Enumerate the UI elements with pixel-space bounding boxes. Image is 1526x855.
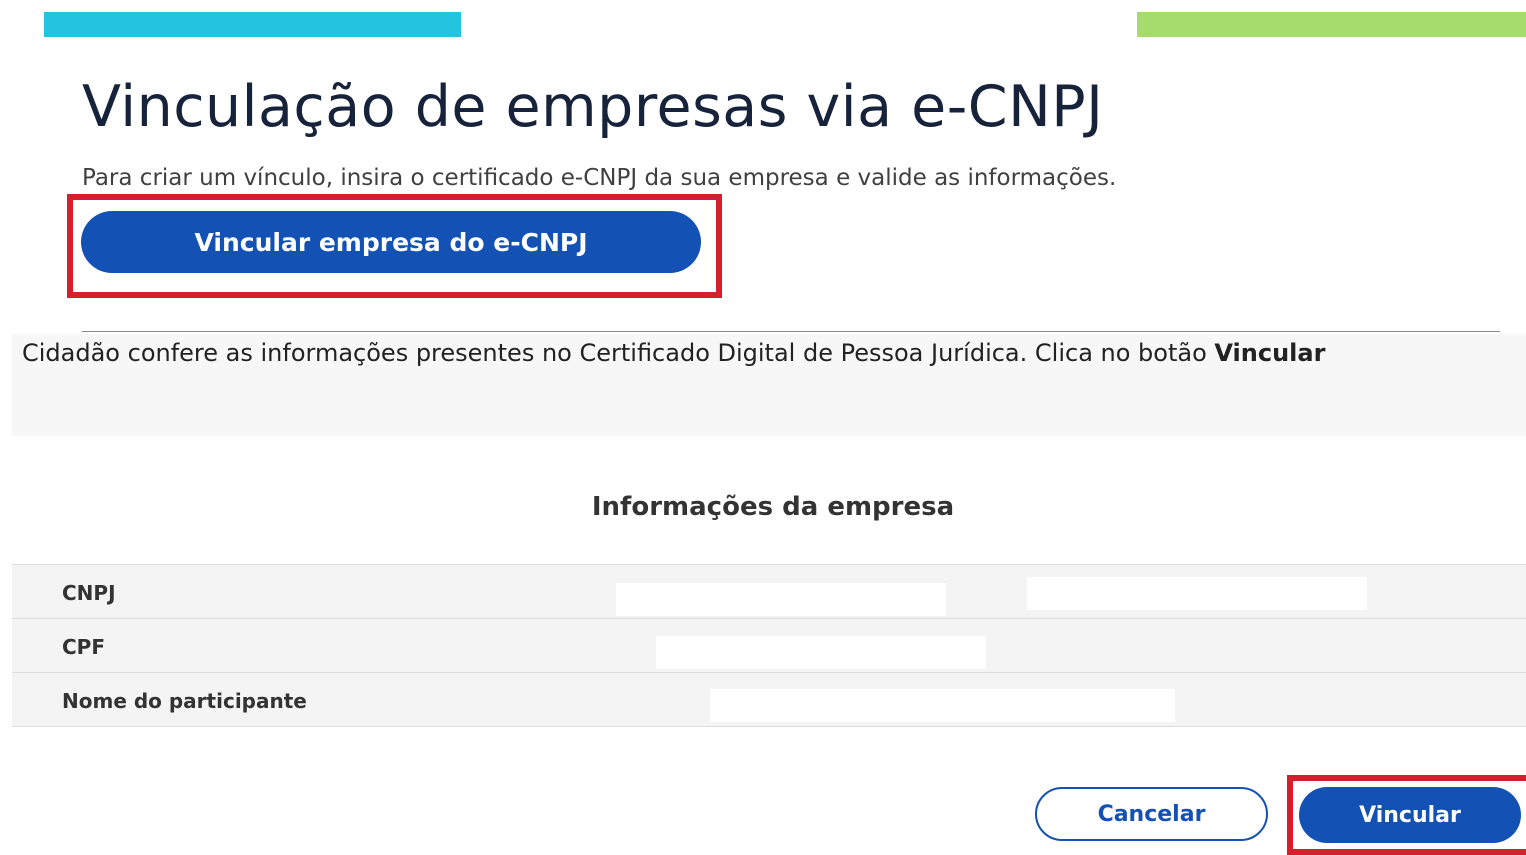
company-info-table: CNPJ CPF Nome do participante bbox=[12, 564, 1526, 727]
redacted-value bbox=[1027, 577, 1367, 610]
page-subtitle: Para criar um vínculo, insira o certific… bbox=[82, 165, 1117, 191]
caption-bold-text: Vincular bbox=[1214, 339, 1326, 367]
info-label-participant-name: Nome do participante bbox=[62, 689, 307, 713]
info-row-participant-name: Nome do participante bbox=[12, 673, 1526, 727]
highlight-frame-link-button bbox=[67, 194, 722, 298]
decorative-bar-cyan bbox=[44, 12, 461, 37]
decorative-bar-green bbox=[1137, 12, 1526, 37]
info-label-cpf: CPF bbox=[62, 635, 105, 659]
instruction-caption: Cidadão confere as informações presentes… bbox=[22, 336, 1526, 370]
cancel-button[interactable]: Cancelar bbox=[1035, 787, 1268, 841]
divider bbox=[82, 331, 1500, 332]
page-title: Vinculação de empresas via e-CNPJ bbox=[82, 74, 1104, 140]
info-label-cnpj: CNPJ bbox=[62, 581, 116, 605]
company-info-heading: Informações da empresa bbox=[591, 492, 955, 522]
redacted-value bbox=[656, 636, 986, 669]
info-row-cnpj: CNPJ bbox=[12, 565, 1526, 619]
caption-text: Cidadão confere as informações presentes… bbox=[22, 339, 1215, 367]
redacted-value bbox=[710, 689, 1175, 722]
info-row-cpf: CPF bbox=[12, 619, 1526, 673]
redacted-value bbox=[616, 583, 946, 616]
highlight-frame-confirm-button bbox=[1287, 775, 1526, 855]
